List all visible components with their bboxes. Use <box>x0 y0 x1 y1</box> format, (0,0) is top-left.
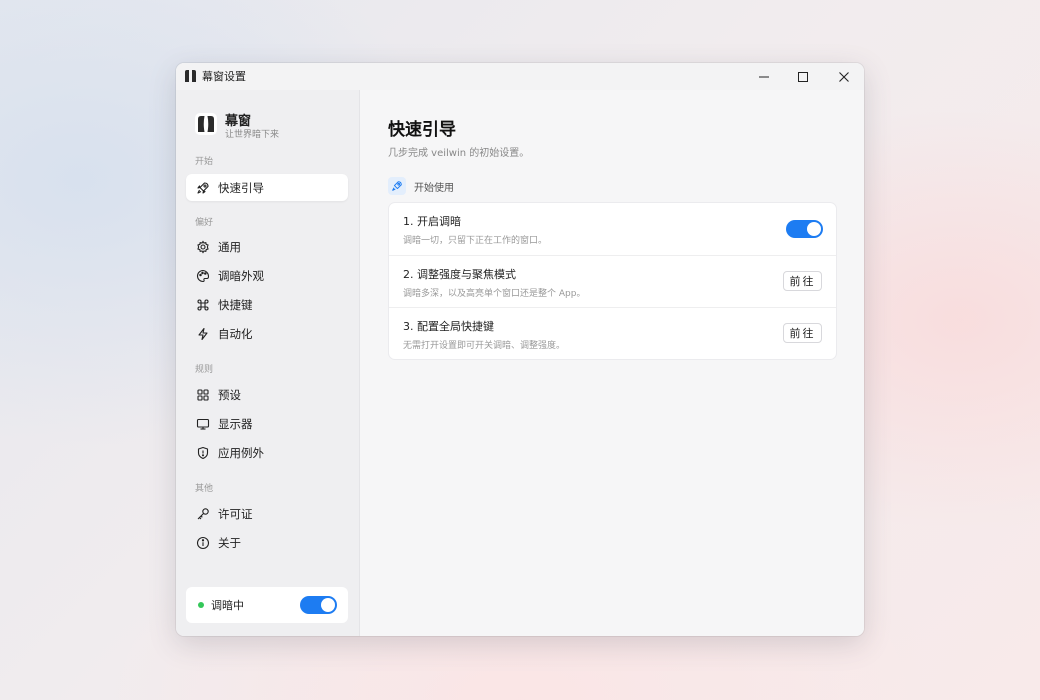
sidebar-item-automation[interactable]: 自动化 <box>186 320 348 347</box>
go-shortcuts-button[interactable]: 前往 <box>783 323 822 343</box>
palette-icon <box>196 269 210 283</box>
sidebar-item-shortcuts[interactable]: 快捷键 <box>186 291 348 318</box>
close-icon <box>839 71 849 82</box>
sidebar-item-general[interactable]: 通用 <box>186 233 348 260</box>
minimize-icon <box>759 76 769 77</box>
gear-icon <box>196 240 210 254</box>
sidebar-item-label: 调暗外观 <box>218 268 264 283</box>
steps-card: 1. 开启调暗 调暗一切，只留下正在工作的窗口。 2. 调整强度与聚焦模式 调暗… <box>388 202 837 360</box>
step-description: 无需打开设置即可开关调暗、调整强度。 <box>403 341 566 351</box>
window-title: 幕窗设置 <box>202 70 246 83</box>
sidebar: 幕窗 让世界暗下来 开始 快速引导 偏好 通用 调暗外观 快捷键 自动化 规则 … <box>176 90 360 636</box>
sidebar-item-app-exceptions[interactable]: 应用例外 <box>186 439 348 466</box>
sidebar-item-quick-guide[interactable]: 快速引导 <box>186 174 348 201</box>
status-label: 调暗中 <box>211 599 244 612</box>
sidebar-item-label: 关于 <box>218 535 241 550</box>
step-row: 1. 开启调暗 调暗一切，只留下正在工作的窗口。 <box>389 203 836 255</box>
sidebar-item-license[interactable]: 许可证 <box>186 500 348 527</box>
step-description: 调暗多深，以及高亮单个窗口还是整个 App。 <box>403 289 586 299</box>
step-title: 3. 配置全局快捷键 <box>403 320 494 333</box>
page-subtitle: 几步完成 veilwin 的初始设置。 <box>388 148 530 159</box>
grid-icon <box>196 388 210 402</box>
go-intensity-button[interactable]: 前往 <box>783 271 822 291</box>
rocket-icon <box>388 177 406 195</box>
monitor-icon <box>196 417 210 431</box>
section-label-start: 开始 <box>195 157 214 167</box>
sidebar-item-label: 通用 <box>218 239 241 254</box>
sidebar-item-label: 自动化 <box>218 326 253 341</box>
brand-logo-icon <box>195 113 217 135</box>
app-logo-icon <box>185 70 196 82</box>
minimize-button[interactable] <box>744 63 784 90</box>
sidebar-item-label: 快速引导 <box>218 180 264 195</box>
maximize-icon <box>798 71 808 82</box>
sidebar-item-label: 显示器 <box>218 416 253 431</box>
step-row: 2. 调整强度与聚焦模式 调暗多深，以及高亮单个窗口还是整个 App。 前往 <box>389 256 836 308</box>
sidebar-item-displays[interactable]: 显示器 <box>186 410 348 437</box>
section-label-preferences: 偏好 <box>195 218 214 228</box>
step-title: 1. 开启调暗 <box>403 215 461 228</box>
section-label-rules: 规则 <box>195 365 214 375</box>
sidebar-item-label: 快捷键 <box>218 297 253 312</box>
info-icon <box>196 536 210 550</box>
brand-tagline: 让世界暗下来 <box>225 130 280 140</box>
group-label: 开始使用 <box>414 182 454 194</box>
title-bar: 幕窗设置 <box>176 63 864 90</box>
shield-icon <box>196 446 210 460</box>
dimming-toggle[interactable] <box>300 596 337 614</box>
sidebar-item-dim-appearance[interactable]: 调暗外观 <box>186 262 348 289</box>
dimming-status-card: 调暗中 <box>186 587 348 623</box>
settings-window: 幕窗设置 幕窗 让世界暗下来 开始 快速引导 偏好 通用 调暗外观 快捷键 自动… <box>176 63 864 636</box>
sidebar-item-label: 许可证 <box>218 506 253 521</box>
sidebar-item-label: 应用例外 <box>218 445 264 460</box>
status-dot <box>198 602 204 608</box>
enable-dimming-toggle[interactable] <box>786 220 823 238</box>
group-header: 开始使用 <box>388 177 454 195</box>
maximize-button[interactable] <box>783 63 823 90</box>
sidebar-item-presets[interactable]: 预设 <box>186 381 348 408</box>
step-row: 3. 配置全局快捷键 无需打开设置即可开关调暗、调整强度。 前往 <box>389 308 836 360</box>
step-description: 调暗一切，只留下正在工作的窗口。 <box>403 236 548 246</box>
lightning-icon <box>196 327 210 341</box>
sidebar-item-about[interactable]: 关于 <box>186 529 348 556</box>
key-icon <box>196 507 210 521</box>
command-icon <box>196 298 210 312</box>
close-button[interactable] <box>824 63 864 90</box>
step-title: 2. 调整强度与聚焦模式 <box>403 268 516 281</box>
page-title: 快速引导 <box>388 120 456 140</box>
section-label-other: 其他 <box>195 484 214 494</box>
rocket-icon <box>196 181 210 195</box>
sidebar-item-label: 预设 <box>218 387 241 402</box>
main-content: 快速引导 几步完成 veilwin 的初始设置。 开始使用 1. 开启调暗 调暗… <box>360 90 864 636</box>
